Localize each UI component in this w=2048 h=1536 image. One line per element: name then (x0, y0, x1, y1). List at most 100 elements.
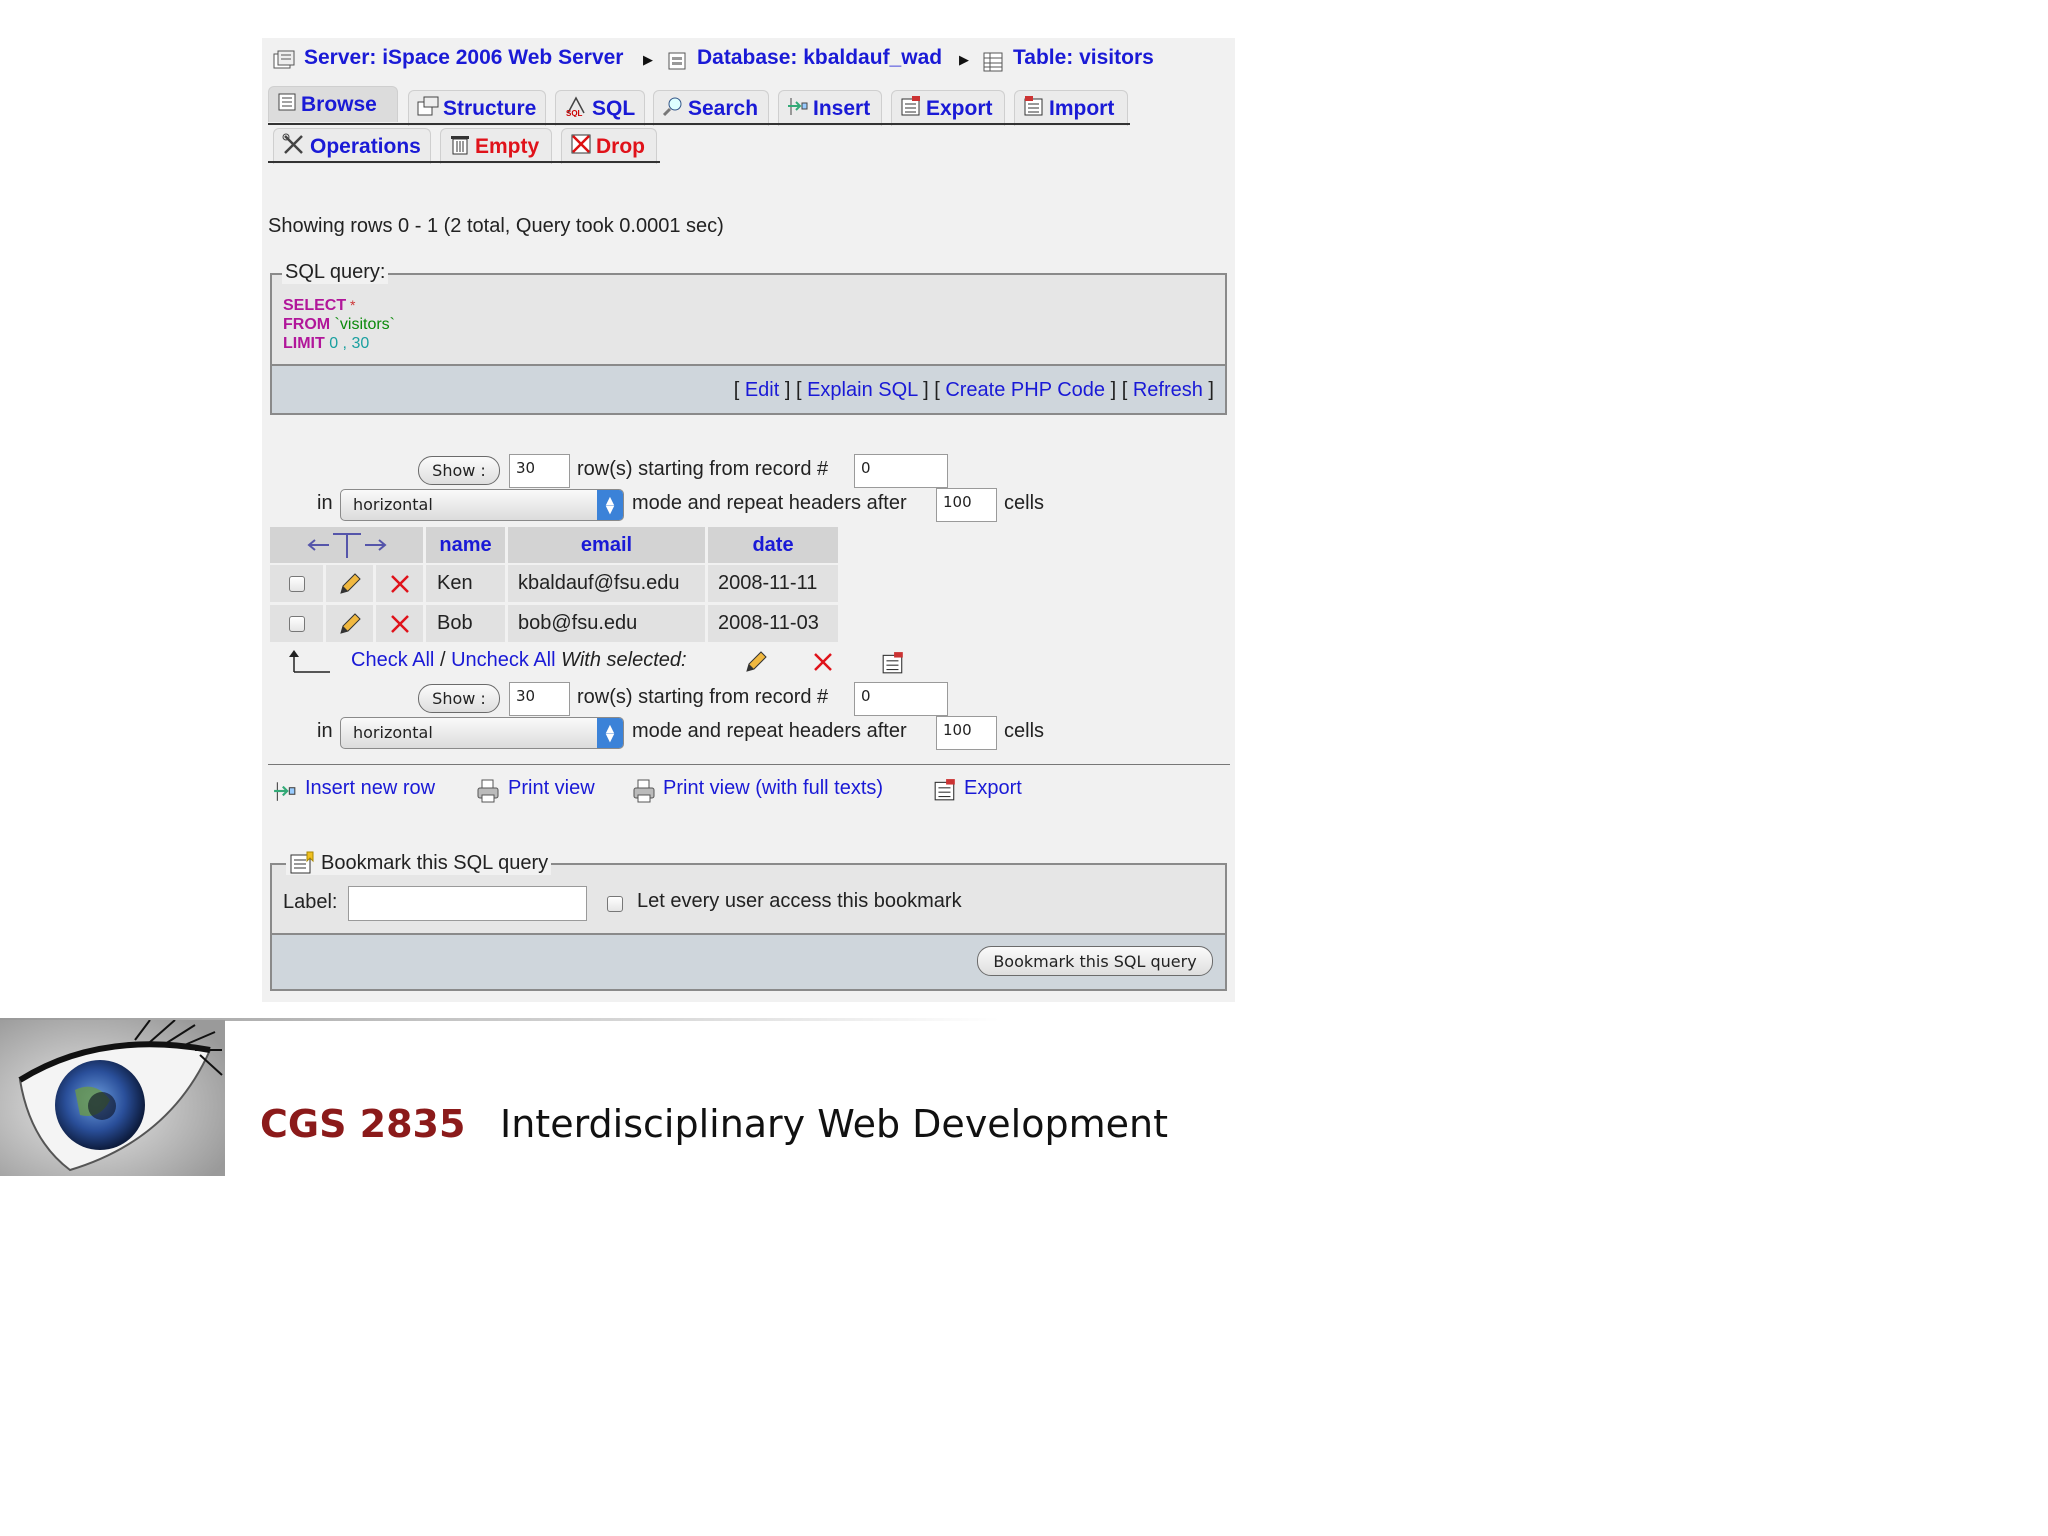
tab-drop-label: Drop (596, 134, 645, 158)
explain-sql-link[interactable]: Explain SQL (807, 379, 917, 401)
display-mode-select-bottom[interactable]: horizontal ▲ ▼ (340, 717, 624, 749)
eye-logo-icon (0, 1019, 225, 1181)
breadcrumb-database[interactable]: Database: kbaldauf_wad (697, 46, 942, 70)
edit-selected-button[interactable] (743, 649, 769, 680)
chevron-right-icon: ▶ (643, 52, 653, 67)
bookmark-label-text: Label: (283, 891, 338, 913)
table-row-checkbox[interactable] (270, 605, 323, 642)
display-mode-select-top[interactable]: horizontal ▲ ▼ (340, 489, 624, 521)
tab-search-label: Search (688, 96, 759, 120)
refresh-link[interactable]: Refresh (1133, 379, 1203, 401)
sql-table-name: `visitors` (330, 316, 395, 333)
tab-structure[interactable]: Structure (408, 90, 546, 126)
breadcrumb-server[interactable]: Server: iSpace 2006 Web Server (304, 46, 623, 70)
insert-row-icon (787, 95, 809, 123)
print-view-full-link[interactable]: Print view (with full texts) (663, 777, 883, 800)
table-row-checkbox[interactable] (270, 565, 323, 602)
row-checkbox[interactable] (288, 615, 305, 632)
tab-operations[interactable]: Operations (273, 128, 431, 164)
mode-text-bottom: mode and repeat headers after (632, 720, 907, 742)
rows-text-bottom: row(s) starting from record # (577, 686, 829, 708)
show-button-top[interactable]: Show : (418, 456, 500, 485)
edit-row-button[interactable] (326, 565, 373, 602)
tab-operations-label: Operations (310, 134, 421, 158)
column-header-email[interactable]: email (508, 527, 705, 563)
cells-text-top: cells (1004, 492, 1045, 514)
table-cell-email: bob@fsu.edu (508, 605, 705, 642)
tab-import-label: Import (1049, 96, 1115, 120)
repeat-headers-input-top[interactable]: 100 (936, 488, 997, 522)
sql-keyword-limit: LIMIT (283, 335, 325, 352)
tabs-row-1-baseline (268, 123, 1130, 125)
table-cell-name: Bob (426, 605, 505, 642)
create-php-code-link[interactable]: Create PHP Code (945, 379, 1105, 401)
bookmark-submit-button[interactable]: Bookmark this SQL query (977, 946, 1213, 976)
tab-browse[interactable]: Browse (268, 86, 398, 122)
tab-search[interactable]: Search (653, 90, 769, 126)
print-view-link[interactable]: Print view (508, 777, 595, 800)
tab-drop[interactable]: Drop (561, 128, 657, 164)
cells-text-bottom: cells (1004, 720, 1045, 742)
display-mode-value: horizontal (353, 495, 433, 514)
rows-count-input-top[interactable]: 30 (509, 454, 570, 488)
tab-export[interactable]: Export (891, 90, 1005, 126)
edit-link[interactable]: Edit (745, 379, 779, 401)
bookmark-legend-text: Bookmark this SQL query (321, 851, 549, 874)
check-all-separator: / (439, 649, 446, 671)
bookmark-legend: Bookmark this SQL query (286, 851, 552, 875)
sql-icon: SQL (564, 95, 588, 123)
in-text-bottom: in (317, 720, 333, 742)
pencil-icon (746, 651, 767, 672)
sql-select-star: * (346, 297, 356, 313)
structure-icon (417, 96, 439, 122)
bookmark-share-label: Let every user access this bookmark (637, 890, 962, 912)
delete-selected-button[interactable] (812, 651, 834, 678)
breadcrumb-table[interactable]: Table: visitors (1013, 46, 1154, 70)
column-resize-header[interactable] (270, 527, 423, 563)
drop-table-icon (570, 133, 592, 161)
tabs-row-2-baseline (268, 161, 660, 163)
svg-text:SQL: SQL (566, 109, 583, 117)
bookmark-share-checkbox[interactable] (607, 896, 623, 912)
row-checkbox[interactable] (288, 575, 305, 592)
start-record-input-bottom[interactable]: 0 (854, 682, 948, 716)
show-button-bottom[interactable]: Show : (418, 684, 500, 713)
delete-x-icon (390, 614, 409, 633)
delete-row-button[interactable] (376, 565, 423, 602)
trash-icon (449, 133, 471, 161)
export-icon (882, 652, 903, 674)
column-header-date[interactable]: date (708, 527, 838, 563)
insert-new-row-link[interactable]: Insert new row (305, 777, 435, 800)
bookmark-label-input[interactable] (348, 886, 587, 921)
rows-count-input-bottom[interactable]: 30 (509, 682, 570, 716)
table-cell-name: Ken (426, 565, 505, 602)
tab-sql[interactable]: SQL SQL (555, 90, 645, 126)
with-selected-label: With selected: (561, 649, 687, 671)
tab-import[interactable]: Import (1014, 90, 1128, 126)
tabs-row-1: Browse Structure SQL SQL Search Insert E… (0, 86, 1568, 126)
table-cell-date: 2008-11-03 (708, 605, 838, 642)
edit-row-button[interactable] (326, 605, 373, 642)
rows-text-top: row(s) starting from record # (577, 458, 829, 480)
export-selected-button[interactable] (881, 651, 905, 680)
table-cell-email: kbaldauf@fsu.edu (508, 565, 705, 602)
magnifier-icon (662, 95, 684, 123)
start-record-input-top[interactable]: 0 (854, 454, 948, 488)
result-status: Showing rows 0 - 1 (2 total, Query took … (268, 215, 724, 237)
delete-x-icon (814, 653, 832, 671)
tab-insert[interactable]: Insert (778, 90, 882, 126)
course-code: CGS 2835 (260, 1102, 466, 1146)
import-icon (1023, 95, 1045, 123)
check-all-link[interactable]: Check All (351, 649, 434, 671)
delete-x-icon (390, 574, 409, 593)
repeat-headers-input-bottom[interactable]: 100 (936, 716, 997, 750)
sql-limit-values: 0 , 30 (324, 335, 370, 352)
column-header-name[interactable]: name (426, 527, 505, 563)
pencil-icon (339, 572, 361, 594)
export-link[interactable]: Export (964, 777, 1022, 800)
tab-empty[interactable]: Empty (440, 128, 552, 164)
sql-keyword-select: SELECT (283, 297, 347, 314)
arrow-up-left-icon (284, 648, 332, 679)
uncheck-all-link[interactable]: Uncheck All (451, 649, 556, 671)
delete-row-button[interactable] (376, 605, 423, 642)
